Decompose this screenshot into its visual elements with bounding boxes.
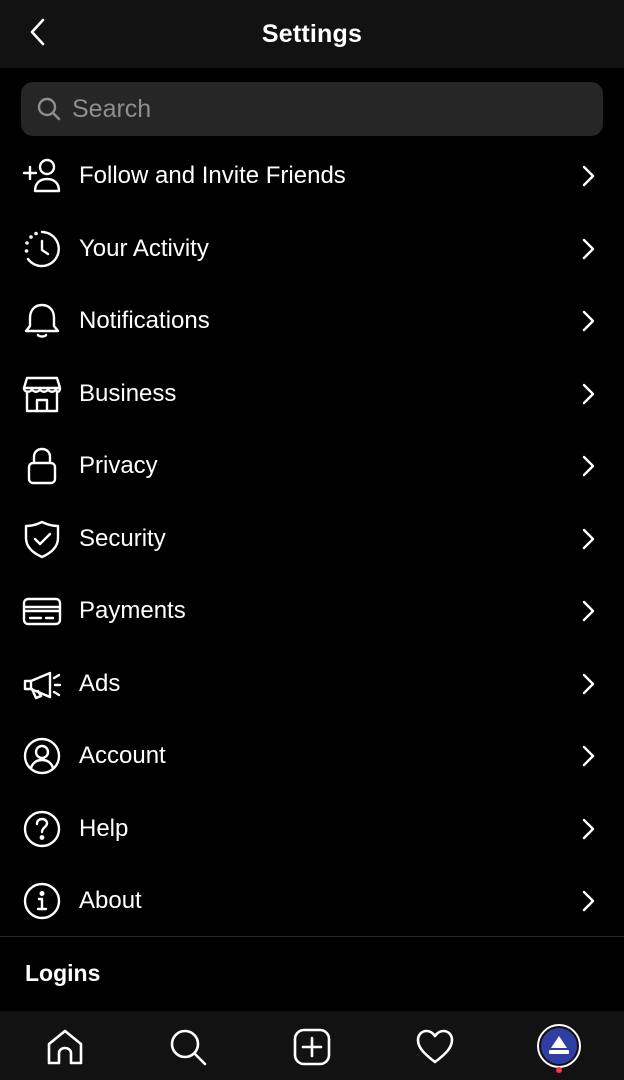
megaphone-icon (22, 664, 62, 704)
help-circle-icon (22, 809, 62, 849)
menu-item-your-activity[interactable]: Your Activity (0, 213, 624, 286)
menu-item-ads[interactable]: Ads (0, 648, 624, 721)
search-input[interactable] (63, 82, 603, 136)
settings-screen: Settings Follow and Invite Friends (0, 0, 624, 1080)
menu-item-label: Account (79, 742, 166, 770)
credit-card-icon (22, 591, 62, 631)
menu-item-label: Ads (79, 669, 121, 697)
chevron-right-icon (578, 164, 598, 188)
tab-activity[interactable] (413, 1025, 457, 1069)
section-divider (0, 936, 624, 937)
page-title: Settings (261, 19, 363, 48)
tab-home[interactable] (43, 1025, 87, 1069)
chevron-right-icon (578, 309, 598, 333)
menu-item-security[interactable]: Security (0, 503, 624, 576)
info-circle-icon (22, 881, 62, 921)
logins-section-title: Logins (25, 960, 101, 986)
chevron-right-icon (578, 599, 598, 623)
person-circle-icon (22, 736, 62, 776)
chevron-right-icon (578, 889, 598, 913)
menu-item-help[interactable]: Help (0, 793, 624, 866)
menu-item-account[interactable]: Account (0, 720, 624, 793)
menu-item-payments[interactable]: Payments (0, 575, 624, 648)
chevron-right-icon (578, 237, 598, 261)
chevron-right-icon (578, 817, 598, 841)
search-icon (170, 1029, 207, 1066)
bell-icon (22, 301, 62, 341)
menu-item-label: Notifications (79, 307, 210, 335)
chevron-right-icon (578, 672, 598, 696)
chevron-right-icon (578, 744, 598, 768)
menu-item-label: About (79, 887, 142, 915)
menu-item-privacy[interactable]: Privacy (0, 430, 624, 503)
chevron-left-icon (30, 18, 45, 46)
menu-item-business[interactable]: Business (0, 358, 624, 431)
menu-item-about[interactable]: About (0, 865, 624, 938)
search-icon (35, 95, 63, 123)
add-person-icon (22, 156, 62, 196)
avatar (541, 1028, 577, 1064)
search-bar[interactable] (21, 82, 603, 136)
header-bar: Settings (0, 0, 624, 68)
activity-clock-icon (22, 229, 62, 269)
storefront-icon (22, 374, 62, 414)
menu-item-follow-invite[interactable]: Follow and Invite Friends (0, 140, 624, 213)
menu-item-label: Business (79, 379, 177, 407)
shield-check-icon (22, 519, 62, 559)
menu-item-label: Follow and Invite Friends (79, 162, 346, 190)
tab-create[interactable] (290, 1025, 334, 1069)
menu-item-label: Payments (79, 597, 186, 625)
menu-item-label: Security (79, 524, 166, 552)
chevron-right-icon (578, 382, 598, 406)
heart-icon (416, 1029, 454, 1064)
menu-item-label: Help (79, 814, 129, 842)
chevron-right-icon (578, 527, 598, 551)
notification-dot (556, 1067, 562, 1073)
create-icon (293, 1028, 331, 1066)
tab-search[interactable] (166, 1025, 210, 1069)
home-icon (47, 1029, 83, 1065)
tab-profile[interactable] (537, 1024, 581, 1068)
profile-avatar-logo-icon (549, 1036, 569, 1054)
menu-item-notifications[interactable]: Notifications (0, 285, 624, 358)
bottom-tab-bar (0, 1011, 624, 1080)
lock-icon (22, 446, 62, 486)
menu-item-label: Privacy (79, 452, 158, 480)
chevron-right-icon (578, 454, 598, 478)
menu-item-label: Your Activity (79, 234, 209, 262)
back-button[interactable] (18, 10, 58, 54)
settings-menu: Follow and Invite Friends Your Activity (0, 140, 624, 938)
